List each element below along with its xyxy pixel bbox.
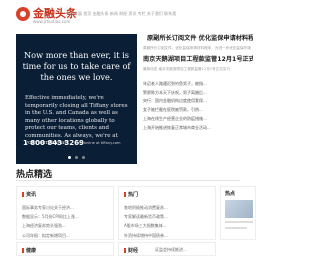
logo-icon[interactable] (16, 7, 30, 21)
carousel-dot[interactable] (75, 156, 78, 159)
card-row[interactable]: 专家解读最新货币政策... (124, 212, 210, 221)
banner-headline: Now more than ever, it is time for us to… (22, 50, 131, 82)
header: 金融头条 www.jrtoutiao.com 共享发展 首页 金融头条 新闻 财… (0, 0, 256, 30)
card-row[interactable]: 各地积极推动消费复苏... (124, 203, 210, 212)
card-bottom-middle: 财经 证监会持续推进... (118, 242, 216, 256)
card-rows: 各地积极推动消费复苏... 专家解读最新货币政策... A股市场三大指数集体..… (124, 203, 210, 240)
news-summary-1: 原副所长订阅文件，优化监保申请材料程序，为进一步优化监保环境 (143, 46, 251, 50)
card-title: 财经 (124, 247, 138, 254)
card-row[interactable]: A股市场三大指数集体... (124, 221, 210, 230)
hero-banner[interactable]: Now more than ever, it is time for us to… (16, 34, 137, 164)
card-title: 热门 (124, 191, 138, 198)
top-nav[interactable]: 共享发展 首页 金融头条 新闻 财经 资讯 专栏 关于我们 联系我们 (66, 11, 176, 17)
news-headline-1[interactable]: 原副所长订阅文件 优化监保申请材料程序 (143, 34, 253, 44)
carousel-dot[interactable] (82, 156, 85, 159)
news-list-item[interactable]: 央行：国内金融机构过度使用套保... (143, 97, 253, 106)
card-bottom-left: 健康 (16, 242, 114, 256)
card-row[interactable]: 公司年报：拟定新增项目... (22, 231, 108, 240)
section-divider (16, 180, 240, 181)
card-row[interactable]: 国际事务专家讨论关于经济... (22, 203, 108, 212)
card-middle: 热门 各地积极推动消费复苏... 专家解读最新货币政策... A股市场三大指数集… (118, 186, 216, 240)
card-snippet[interactable]: 证监会持续推进... (155, 247, 187, 253)
carousel-dots (16, 156, 137, 159)
card-row[interactable]: 上海经济复苏势头强劲... (22, 221, 108, 230)
card-title: 资讯 (22, 191, 36, 198)
section-title: 热点精选 (16, 170, 53, 180)
news-list-item[interactable]: 上海开始推进恢复正常城市商业活动... (143, 124, 253, 133)
news-list-item[interactable]: 年迈老人路遇迟到钓鱼男子，被指... (143, 80, 253, 89)
banner-phone: 1 800 843 3269 (23, 139, 84, 147)
banner-url[interactable]: and online at tiffany.com (76, 141, 121, 145)
news-summary-2: 最新动态 南京天鹅湖项目工程款监管12月1号正式实行 (143, 67, 231, 71)
news-list: 年迈老人路遇迟到钓鱼男子，被指... 警察陈方本天下庆祝，男子离婚后... 央行… (143, 80, 253, 132)
side-card-line (225, 221, 253, 223)
news-panel: 原副所长订阅文件 优化监保申请材料程序 原副所长订阅文件，优化监保申请材料程序，… (143, 34, 253, 164)
news-list-item[interactable]: 上海在线生产经营企业的防疫措施... (143, 115, 253, 124)
side-card: 热点 (220, 186, 256, 240)
news-headline-2[interactable]: 南京天鹅湖项目工程款监管12月1号正式Y1200 (143, 55, 253, 65)
logo-subtitle: www.jrtoutiao.com (33, 19, 71, 24)
side-card-title: 热点 (225, 191, 236, 197)
card-left: 资讯 国际事务专家讨论关于经济... 数据显示：5月份CPI同比上涨... 上海… (16, 186, 114, 240)
news-list-item[interactable]: 女子被拦截在医院被罚款，引热... (143, 106, 253, 115)
card-row[interactable]: 数据显示：5月份CPI同比上涨... (22, 212, 108, 221)
card-title: 健康 (22, 247, 36, 254)
card-rows: 国际事务专家讨论关于经济... 数据显示：5月份CPI同比上涨... 上海经济复… (22, 203, 108, 240)
carousel-dot[interactable] (68, 156, 71, 159)
news-list-item[interactable]: 警察陈方本天下庆祝，男子离婚后... (143, 89, 253, 98)
card-row[interactable]: 外资持续增持中国债券... (124, 231, 210, 240)
side-card-image[interactable] (225, 200, 253, 218)
side-card-line (225, 227, 247, 229)
